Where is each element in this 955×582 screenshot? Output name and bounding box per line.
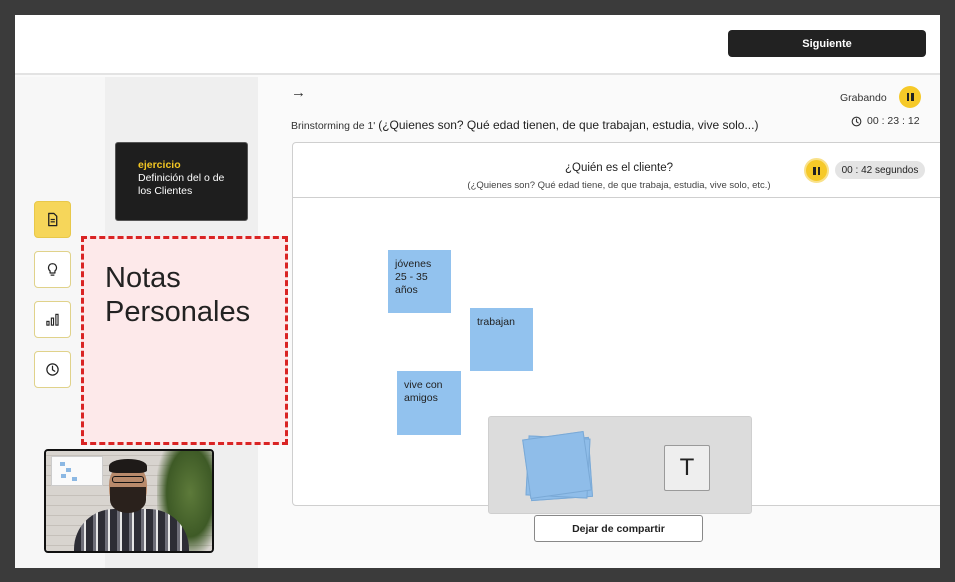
clock-icon <box>851 116 862 126</box>
video-person-hair <box>109 459 147 473</box>
sidebar-item-ideas[interactable] <box>34 251 71 288</box>
personal-notes-panel[interactable]: Notas Personales <box>81 236 288 445</box>
breadcrumb: Brinstorming de 1' (¿Quienes son? Qué ed… <box>291 118 758 132</box>
clock-icon <box>46 363 59 376</box>
breadcrumb-prefix: Brinstorming de 1' <box>291 120 376 132</box>
personal-notes-label: Notas Personales <box>105 262 251 328</box>
document-icon <box>48 212 58 227</box>
breadcrumb-question: (¿Quienes son? Qué edad tienen, de que t… <box>378 118 759 132</box>
arrow-right-icon[interactable]: → <box>291 84 306 101</box>
timer-pause-button[interactable] <box>804 158 829 183</box>
pause-icon <box>906 93 914 101</box>
app-screen: Siguiente ejercicio Definición del o de … <box>15 15 940 568</box>
video-person-shirt <box>74 509 189 551</box>
exercise-tag: ejercicio <box>138 159 181 171</box>
bar-chart-icon <box>46 313 59 326</box>
countdown-timer: 00 : 42 segundos <box>835 161 925 179</box>
exercise-title: Definición del o de los Clientes <box>138 172 225 197</box>
elapsed-time-value: 00 : 23 : 12 <box>867 115 920 127</box>
pause-icon <box>813 166 820 175</box>
whiteboard-header: ¿Quién es el cliente? (¿Quienes son? Qué… <box>293 143 940 198</box>
next-button[interactable]: Siguiente <box>728 30 926 57</box>
video-person-glasses <box>112 476 144 483</box>
video-person-beard <box>110 487 146 513</box>
top-bar: Siguiente <box>15 15 940 75</box>
sticky-note-tool[interactable] <box>522 430 592 500</box>
exercise-card[interactable]: ejercicio Definición del o de los Client… <box>115 142 248 221</box>
sidebar-item-document[interactable] <box>34 201 71 238</box>
sticky-note[interactable]: vive con amigos <box>397 371 461 435</box>
whiteboard-subtitle: (¿Quienes son? Qué edad tiene, de que tr… <box>467 180 771 191</box>
sticky-note[interactable]: jóvenes 25 - 35 años <box>388 250 451 313</box>
sidebar-item-stats[interactable] <box>34 301 71 338</box>
text-tool-button[interactable]: T <box>664 445 710 491</box>
stop-sharing-button[interactable]: Dejar de compartir <box>534 515 703 542</box>
recording-label: Grabando <box>840 92 887 104</box>
webcam-video <box>44 449 214 553</box>
recording-pause-button[interactable] <box>899 86 921 108</box>
sticky-note[interactable]: trabajan <box>470 308 533 371</box>
whiteboard[interactable]: ¿Quién es el cliente? (¿Quienes son? Qué… <box>292 142 940 514</box>
lightbulb-icon <box>47 263 58 276</box>
tool-tray: T <box>488 416 752 514</box>
elapsed-time: 00 : 23 : 12 <box>851 115 920 127</box>
sidebar-item-history[interactable] <box>34 351 71 388</box>
video-shared-screen-thumbnail <box>51 456 103 486</box>
